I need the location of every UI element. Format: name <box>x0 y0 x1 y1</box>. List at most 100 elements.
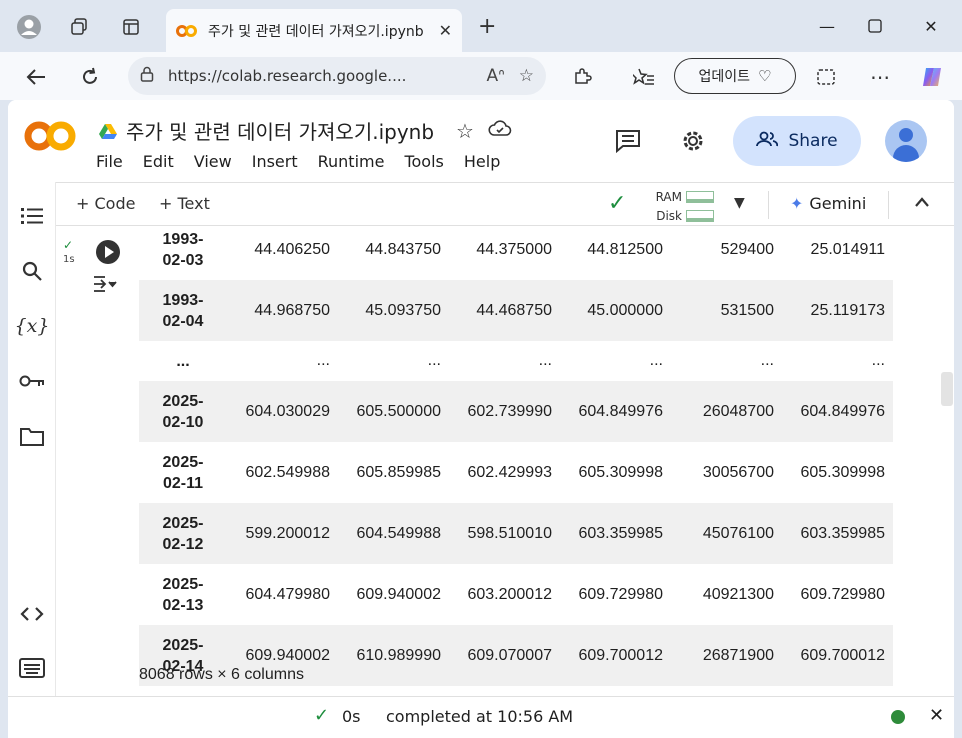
search-icon[interactable] <box>16 255 48 287</box>
update-button[interactable]: 업데이트 ♡ <box>674 58 796 94</box>
table-cell: 605.309998 <box>578 463 663 481</box>
table-cell: 30056700 <box>702 463 774 481</box>
command-palette-icon[interactable] <box>16 652 48 684</box>
menu-file[interactable]: File <box>96 152 123 171</box>
output-scrollbar-thumb[interactable] <box>941 372 953 406</box>
google-drive-icon[interactable] <box>98 122 118 140</box>
gemini-spark-icon: ✦ <box>790 194 804 213</box>
workspaces-icon[interactable] <box>64 12 94 42</box>
table-cell: 609.700012 <box>578 646 663 664</box>
notebook-title-row: 주가 및 관련 데이터 가져오기.ipynb ☆ <box>98 116 512 145</box>
favorite-star-icon[interactable]: ☆ <box>519 66 534 86</box>
table-cell: 604.030029 <box>245 402 330 420</box>
collapse-chevron-icon[interactable] <box>914 193 930 212</box>
gemini-button[interactable]: ✦ Gemini <box>790 194 866 213</box>
table-cell: 609.729980 <box>800 585 885 603</box>
share-label: Share <box>788 131 838 151</box>
read-aloud-icon[interactable]: Aᐢ <box>487 66 505 86</box>
code-snippets-icon[interactable] <box>16 598 48 630</box>
files-folder-icon[interactable] <box>16 420 48 452</box>
table-row: 2025- 02-11 602.549988 605.859985 602.429993… <box>139 442 893 503</box>
status-bar: ✓ 0s completed at 10:56 AM ✕ <box>8 696 954 738</box>
close-status-icon[interactable]: ✕ <box>929 705 944 726</box>
settings-gear-icon[interactable] <box>678 126 708 156</box>
more-options-icon[interactable]: ⋯ <box>864 61 896 93</box>
table-cell: 610.989990 <box>356 646 441 664</box>
lock-icon <box>140 66 156 86</box>
add-text-button[interactable]: + Text <box>159 194 210 213</box>
table-cell: 44.406250 <box>254 240 330 258</box>
back-arrow-icon[interactable] <box>20 61 52 93</box>
execution-time: 1s <box>63 254 75 265</box>
update-label: 업데이트 <box>698 69 751 85</box>
status-message[interactable]: completed at 10:56 AM <box>386 707 573 726</box>
table-cell: 603.359985 <box>800 524 885 542</box>
table-cell: 603.359985 <box>578 524 663 542</box>
output-actions-icon[interactable] <box>93 274 119 298</box>
table-row: 1993- 02-03 44.406250 44.843750 44.375000 44.… <box>139 226 893 280</box>
table-cell: ... <box>871 352 885 369</box>
menu-tools[interactable]: Tools <box>404 152 443 171</box>
runtime-dropdown-icon[interactable]: ▼ <box>734 195 745 211</box>
menu-view[interactable]: View <box>194 152 232 171</box>
row-index: 1993- 02-04 <box>162 291 204 330</box>
row-index: 2025- 02-12 <box>162 514 204 553</box>
favorites-list-icon[interactable] <box>628 61 660 93</box>
table-cell: 609.070007 <box>467 646 552 664</box>
new-tab-icon[interactable]: + <box>478 14 496 39</box>
table-cell: 45.093750 <box>365 301 441 319</box>
notebook-content: ✓ 1s 1993- 02-03 44.406250 44.843750 44.3750… <box>57 226 954 696</box>
menu-help[interactable]: Help <box>464 152 500 171</box>
table-cell: 602.739990 <box>467 402 552 420</box>
connected-check-icon: ✓ <box>608 191 627 216</box>
secrets-key-icon[interactable] <box>16 365 48 397</box>
row-index: 1993- 02-03 <box>162 230 204 269</box>
share-button[interactable]: Share <box>733 116 861 166</box>
add-code-button[interactable]: + Code <box>76 194 135 213</box>
profile-icon[interactable] <box>14 12 44 42</box>
comments-icon[interactable] <box>613 126 643 156</box>
browser-tab-active[interactable]: 주가 및 관련 데이터 가져오기.ipynb ✕ <box>166 9 462 52</box>
dataframe-summary: 8068 rows × 6 columns <box>139 666 304 683</box>
menu-edit[interactable]: Edit <box>143 152 174 171</box>
table-row: 2025- 02-10 604.030029 605.500000 602.739990… <box>139 381 893 442</box>
menu-runtime[interactable]: Runtime <box>318 152 385 171</box>
row-index: ... <box>176 352 190 370</box>
table-cell: 605.859985 <box>356 463 441 481</box>
extensions-icon[interactable] <box>566 61 598 93</box>
table-cell: 26871900 <box>702 646 774 664</box>
variables-icon[interactable]: {x} <box>15 310 50 342</box>
dataframe-table: 1993- 02-03 44.406250 44.843750 44.375000 44.… <box>139 226 893 686</box>
table-cell: ... <box>760 352 774 369</box>
address-bar[interactable]: https://colab.research.google.... Aᐢ ☆ <box>128 57 546 95</box>
resources-indicator[interactable]: RAM Disk <box>650 187 714 225</box>
table-cell: 44.843750 <box>365 240 441 258</box>
colab-logo-icon[interactable] <box>24 118 76 154</box>
table-row: 1993- 02-04 44.968750 45.093750 44.468750 45.… <box>139 280 893 341</box>
close-tab-icon[interactable]: ✕ <box>439 21 452 40</box>
table-cell: 25.014911 <box>810 240 885 258</box>
notebook-title[interactable]: 주가 및 관련 데이터 가져오기.ipynb <box>126 116 434 145</box>
star-icon[interactable]: ☆ <box>456 119 474 143</box>
window-close-icon[interactable]: ✕ <box>908 10 954 42</box>
table-cell: 25.119173 <box>810 301 885 319</box>
menu-insert[interactable]: Insert <box>252 152 298 171</box>
table-cell: 44.375000 <box>476 240 552 258</box>
table-cell: ... <box>427 352 441 369</box>
table-of-contents-icon[interactable] <box>16 200 48 232</box>
table-cell: 45076100 <box>702 524 774 542</box>
row-index: 2025- 02-10 <box>162 392 204 431</box>
refresh-icon[interactable] <box>74 61 106 93</box>
table-cell: 598.510010 <box>467 524 552 542</box>
table-cell: 44.468750 <box>476 301 552 319</box>
run-cell-button[interactable] <box>96 240 120 264</box>
minimize-icon[interactable]: — <box>804 10 850 42</box>
account-avatar[interactable] <box>885 120 927 162</box>
screenshot-icon[interactable] <box>810 61 842 93</box>
copilot-icon[interactable] <box>916 61 948 93</box>
tab-actions-icon[interactable] <box>116 12 146 42</box>
table-cell: ... <box>649 352 663 369</box>
table-cell: 26048700 <box>702 402 774 420</box>
connection-status-dot <box>891 710 905 724</box>
maximize-icon[interactable] <box>852 10 898 42</box>
